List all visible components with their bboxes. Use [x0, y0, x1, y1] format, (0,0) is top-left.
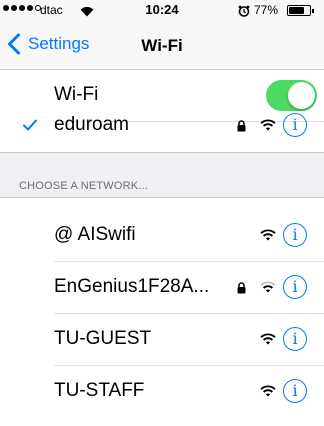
connected-network[interactable]: eduroam i	[0, 100, 324, 152]
info-icon: i	[292, 115, 298, 134]
battery-percent: 77%	[254, 3, 279, 17]
info-icon: i	[292, 329, 298, 348]
network-name: @ AISwifi	[54, 224, 136, 245]
carrier-name: dtac	[40, 3, 63, 17]
navigation-bar: Settings Wi-Fi	[0, 20, 324, 70]
info-icon: i	[292, 225, 298, 244]
status-time: 10:24	[145, 2, 179, 17]
network-name: EnGenius1F28A...	[54, 276, 210, 297]
battery-icon	[287, 5, 314, 16]
back-button[interactable]: Settings	[4, 26, 89, 62]
status-bar: dtac 10:24 77%	[0, 0, 324, 20]
network-name: TU-STAFF	[54, 380, 145, 401]
cellular-signal-icon	[3, 5, 41, 11]
lock-icon	[237, 281, 246, 299]
wifi-signal-icon	[260, 280, 276, 298]
network-row[interactable]: TU-STAFF i	[0, 366, 324, 418]
back-button-label: Settings	[28, 34, 90, 53]
wifi-signal-icon	[260, 332, 276, 350]
section-gap: CHOOSE A NETWORK...	[0, 152, 324, 198]
info-button[interactable]: i	[283, 275, 307, 299]
info-button[interactable]: i	[283, 379, 307, 403]
network-row[interactable]: EnGenius1F28A... i	[0, 262, 324, 314]
info-icon: i	[292, 277, 298, 296]
info-button[interactable]: i	[283, 113, 307, 137]
chevron-left-icon	[8, 33, 20, 55]
info-icon: i	[292, 381, 298, 400]
info-button[interactable]: i	[283, 223, 307, 247]
section-header: CHOOSE A NETWORK...	[19, 180, 149, 192]
network-name: TU-GUEST	[54, 328, 152, 349]
connected-network-name: eduroam	[54, 114, 129, 135]
wifi-signal-icon	[260, 228, 276, 246]
wifi-signal-icon	[260, 384, 276, 402]
network-row[interactable]: TU-GUEST i	[0, 314, 324, 366]
network-row[interactable]: @ AISwifi i	[0, 210, 324, 262]
lock-icon	[237, 119, 246, 137]
info-button[interactable]: i	[283, 327, 307, 351]
checkmark-icon	[23, 119, 37, 131]
wifi-signal-icon	[260, 118, 276, 136]
